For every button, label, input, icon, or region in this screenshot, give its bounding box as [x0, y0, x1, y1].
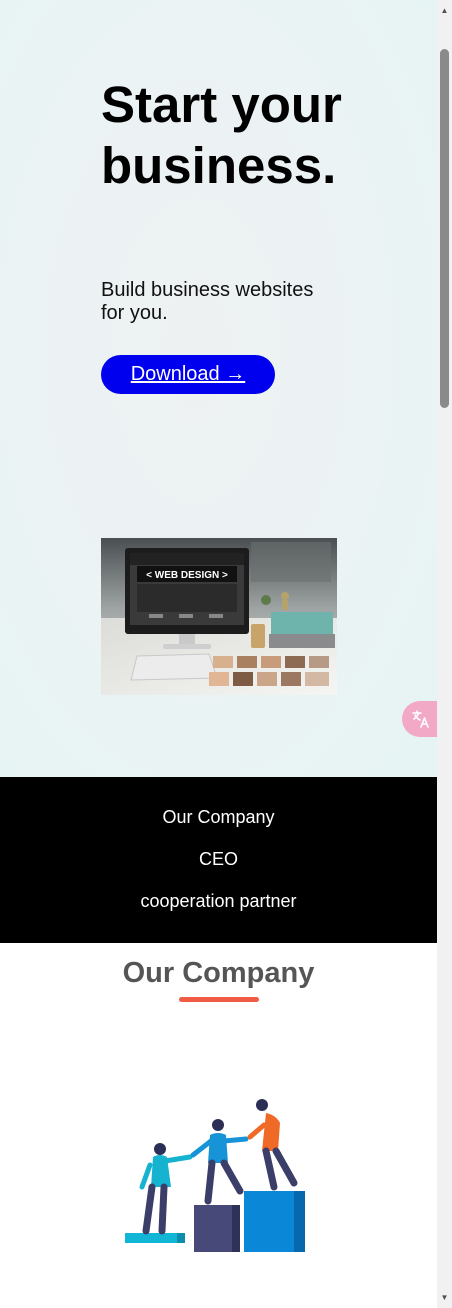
hero-subtitle: Build business websites for you. [101, 279, 314, 324]
web-design-image: < WEB DESIGN > [101, 538, 337, 695]
nav-item-our-company[interactable]: Our Company [0, 806, 437, 828]
nav-item-ceo[interactable]: CEO [0, 848, 437, 870]
web-design-screen-text: < WEB DESIGN > [146, 570, 228, 581]
translate-icon [412, 710, 429, 728]
download-button[interactable]: Download → [101, 355, 275, 394]
scrollbar[interactable]: ▲ ▼ [437, 0, 452, 1308]
scroll-thumb[interactable] [440, 49, 449, 408]
page: Start your business. Build business webs… [0, 0, 437, 1308]
teamwork-illustration [125, 1099, 305, 1252]
scroll-down-button[interactable]: ▼ [437, 1289, 452, 1306]
main-nav: Our Company CEO cooperation partner [0, 777, 437, 943]
nav-item-cooperation-partner[interactable]: cooperation partner [0, 890, 437, 912]
scroll-up-button[interactable]: ▲ [437, 2, 452, 19]
hero-title: Start your business. [101, 76, 342, 194]
translate-button[interactable] [402, 701, 437, 737]
title-underline [179, 997, 259, 1002]
hero-section: Start your business. Build business webs… [0, 0, 437, 777]
section-title: Our Company [122, 957, 315, 989]
